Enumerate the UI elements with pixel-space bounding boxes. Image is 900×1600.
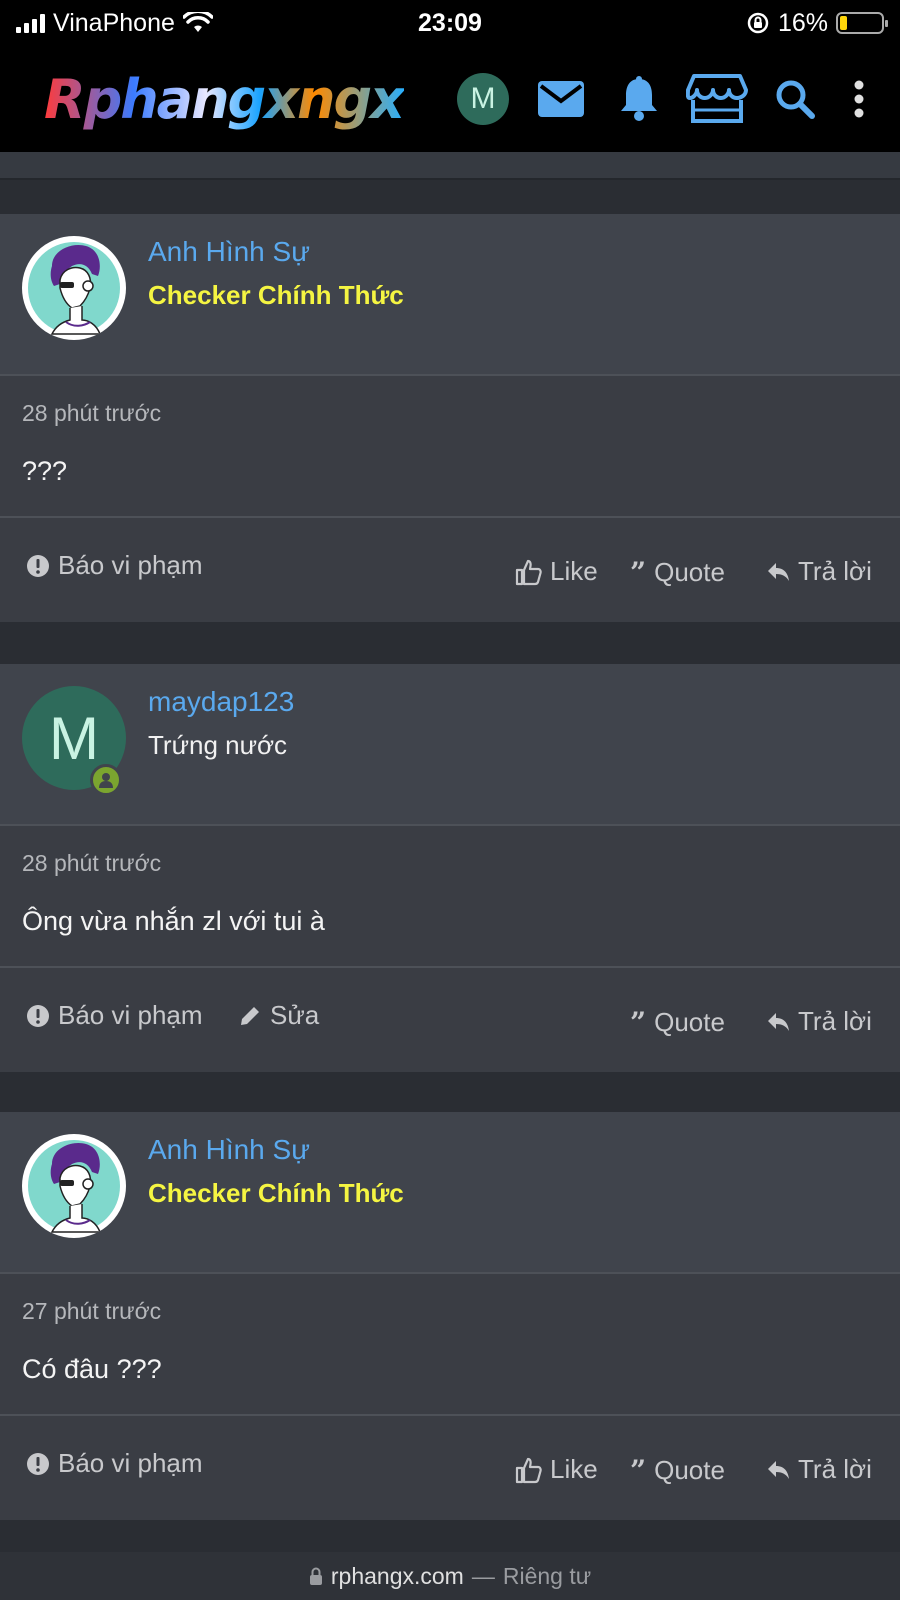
reply-button[interactable]: Trả lời <box>766 556 872 587</box>
search-button[interactable] <box>756 69 834 129</box>
quote-icon: ” <box>630 1006 647 1039</box>
search-icon <box>776 80 815 119</box>
lock-icon <box>309 1567 322 1585</box>
reply-button[interactable]: Trả lời <box>766 1006 872 1037</box>
post-body: 28 phút trước Ông vừa nhắn zl với tui à <box>0 826 900 968</box>
quote-icon: ” <box>630 556 647 589</box>
site-header: Rphangxngx M <box>0 46 900 152</box>
avatar[interactable] <box>22 1134 126 1238</box>
avatar: M <box>457 73 509 125</box>
thumbs-up-icon <box>515 559 542 585</box>
post-timestamp[interactable]: 28 phút trước <box>22 850 161 877</box>
avatar[interactable] <box>22 236 126 340</box>
thumbs-up-icon <box>515 1457 542 1483</box>
post-message: Có đâu ??? <box>22 1354 162 1384</box>
privacy-label: Riêng tư <box>502 1562 592 1589</box>
reply-label: Trả lời <box>798 556 872 586</box>
quote-icon: ” <box>630 1454 647 1487</box>
user-avatar-illustration-icon <box>28 242 120 335</box>
rotation-lock-icon <box>747 12 769 34</box>
wifi-icon <box>182 12 213 32</box>
post-actions: Báo vi phạm Like ” Quote Trả lời <box>0 518 900 622</box>
quote-button[interactable]: ” Quote <box>630 1006 725 1039</box>
alert-circle-icon <box>27 1452 49 1475</box>
reply-icon <box>768 1012 789 1031</box>
report-label: Báo vi phạm <box>58 1448 203 1478</box>
reply-label: Trả lời <box>798 1006 872 1036</box>
pencil-icon <box>241 1006 259 1025</box>
post-author-block: Anh Hình Sự Checker Chính Thức <box>0 1112 900 1274</box>
logo-text: Rphangxngx <box>44 67 403 131</box>
like-label: Like <box>550 1454 598 1484</box>
carrier-label: VinaPhone <box>53 8 175 37</box>
username-link[interactable]: maydap123 <box>148 686 294 718</box>
store-icon <box>686 74 748 123</box>
post-timestamp[interactable]: 27 phút trước <box>22 1298 161 1325</box>
battery-icon <box>836 12 888 34</box>
username-link[interactable]: Anh Hình Sự <box>148 1134 310 1166</box>
post-author-block: M maydap123 Trứng nước <box>0 664 900 826</box>
post-actions: Báo vi phạm Sửa ” Quote Trả lời <box>0 968 900 1072</box>
reply-button[interactable]: Trả lời <box>766 1454 872 1485</box>
signal-icon <box>16 13 45 33</box>
username-link[interactable]: Anh Hình Sự <box>148 236 310 268</box>
bell-icon <box>621 76 657 121</box>
notifications-button[interactable] <box>600 69 678 129</box>
post-message: Ông vừa nhắn zl với tui à <box>22 906 325 936</box>
url-separator: — <box>471 1562 495 1589</box>
post-message: ??? <box>22 456 68 486</box>
store-button[interactable] <box>678 69 756 129</box>
status-bar: VinaPhone 23:09 16% <box>0 0 900 46</box>
edit-button[interactable]: Sửa <box>238 1000 319 1031</box>
like-label: Like <box>550 556 598 586</box>
post: Anh Hình Sự Checker Chính Thức 27 phút t… <box>0 1112 900 1520</box>
post: M maydap123 Trứng nước 28 phút trước Ông… <box>0 664 900 1072</box>
report-label: Báo vi phạm <box>58 1000 203 1030</box>
user-role-badge: Trứng nước <box>148 730 288 760</box>
user-role-badge: Checker Chính Thức <box>148 280 404 310</box>
like-button[interactable]: Like <box>514 556 598 587</box>
mail-icon <box>538 81 584 117</box>
post-actions: Báo vi phạm Like ” Quote Trả lời <box>0 1416 900 1520</box>
quote-button[interactable]: ” Quote <box>630 556 725 589</box>
more-menu-button[interactable] <box>834 69 884 129</box>
quote-label: Quote <box>654 1007 725 1037</box>
browser-url-bar[interactable]: rphangx.com — Riêng tư <box>0 1552 900 1600</box>
alert-circle-icon <box>27 1004 49 1027</box>
account-button[interactable]: M <box>444 69 522 129</box>
online-status-icon <box>90 764 122 796</box>
user-role-badge: Checker Chính Thức <box>148 1178 404 1208</box>
inbox-button[interactable] <box>522 69 600 129</box>
quote-label: Quote <box>654 1455 725 1485</box>
user-avatar-illustration-icon <box>28 1140 120 1233</box>
post: Anh Hình Sự Checker Chính Thức 28 phút t… <box>0 214 900 622</box>
previous-post-edge <box>0 152 900 180</box>
post-author-block: Anh Hình Sự Checker Chính Thức <box>0 214 900 376</box>
reply-icon <box>768 1460 789 1479</box>
alert-circle-icon <box>27 554 49 577</box>
post-timestamp[interactable]: 28 phút trước <box>22 400 161 427</box>
report-button[interactable]: Báo vi phạm <box>26 1000 203 1031</box>
more-vertical-icon <box>854 80 864 118</box>
quote-label: Quote <box>654 557 725 587</box>
quote-button[interactable]: ” Quote <box>630 1454 725 1487</box>
report-button[interactable]: Báo vi phạm <box>26 550 203 581</box>
battery-percent: 16% <box>777 8 828 37</box>
like-button[interactable]: Like <box>514 1454 598 1485</box>
post-body: 28 phút trước ??? <box>0 376 900 518</box>
site-logo[interactable]: Rphangxngx <box>44 59 404 139</box>
reply-label: Trả lời <box>798 1454 872 1484</box>
url-domain: rphangx.com <box>330 1562 464 1589</box>
post-body: 27 phút trước Có đâu ??? <box>0 1274 900 1416</box>
edit-label: Sửa <box>270 1000 320 1030</box>
report-label: Báo vi phạm <box>58 550 203 580</box>
report-button[interactable]: Báo vi phạm <box>26 1448 203 1479</box>
reply-icon <box>768 562 789 581</box>
